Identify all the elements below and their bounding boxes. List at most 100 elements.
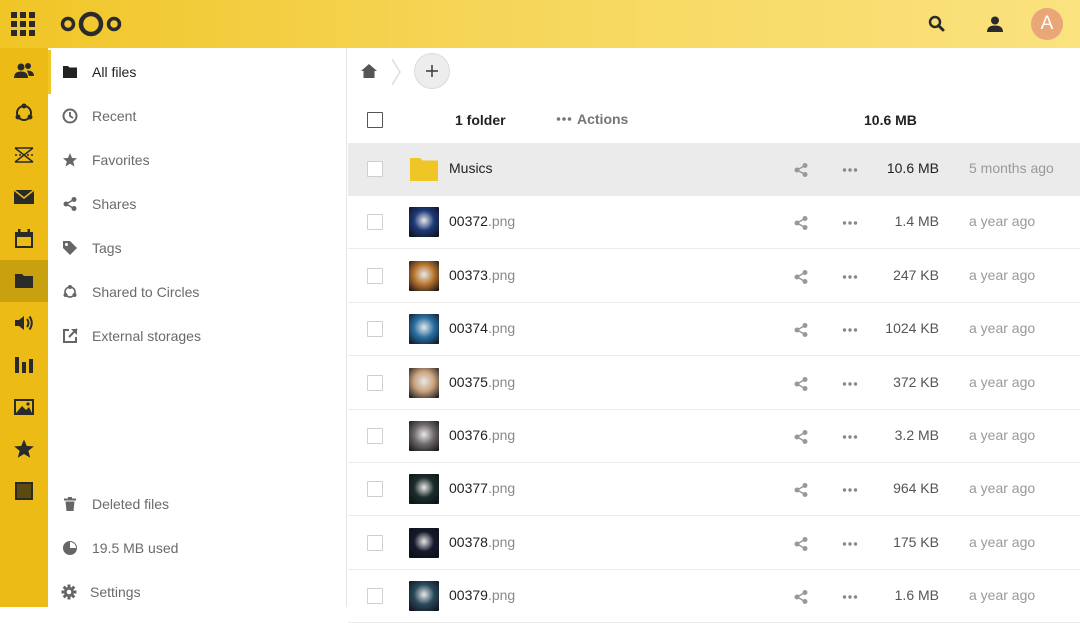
sidebar-item-all-files[interactable]: All files xyxy=(48,50,346,94)
file-row[interactable]: 00372.png 1.4 MB a year ago xyxy=(348,196,1080,250)
row-checkbox[interactable] xyxy=(367,321,383,338)
contacts-menu-icon[interactable] xyxy=(984,13,1006,40)
photos-app-icon[interactable] xyxy=(0,386,48,428)
more-actions-icon[interactable] xyxy=(842,429,858,450)
home-icon[interactable] xyxy=(360,62,378,85)
file-row[interactable]: 00375.png 372 KB a year ago xyxy=(348,357,1080,410)
file-name[interactable]: 00375.png xyxy=(449,374,515,390)
file-row[interactable]: 00376.png 3.2 MB a year ago xyxy=(348,410,1080,463)
calendar-app-icon[interactable] xyxy=(0,218,48,260)
favorites-app-icon[interactable] xyxy=(0,428,48,470)
share-icon[interactable] xyxy=(793,162,809,183)
share-icon[interactable] xyxy=(793,589,809,610)
share-icon[interactable] xyxy=(793,482,809,503)
image-thumbnail xyxy=(409,474,439,505)
sidebar-item-tags[interactable]: Tags xyxy=(48,226,346,270)
sidebar-item-label: Settings xyxy=(90,584,141,600)
file-name[interactable]: 00373.png xyxy=(449,267,515,283)
deck-app-icon[interactable] xyxy=(0,134,48,176)
file-row[interactable]: 00374.png 1024 KB a year ago xyxy=(348,303,1080,357)
more-actions-icon[interactable] xyxy=(842,376,858,397)
sidebar-item-label: External storages xyxy=(92,328,201,344)
sidebar-item-deleted-files[interactable]: Deleted files xyxy=(48,482,346,526)
sidebar-item-shared-to-circles[interactable]: Shared to Circles xyxy=(48,270,346,314)
file-name[interactable]: 00374.png xyxy=(449,320,515,336)
file-row[interactable]: 00373.png 247 KB a year ago xyxy=(348,250,1080,303)
file-size: 1.4 MB xyxy=(894,213,939,230)
quota-indicator: 19.5 MB used xyxy=(48,526,346,570)
search-icon[interactable] xyxy=(926,13,948,40)
file-name[interactable]: 00378.png xyxy=(449,534,515,550)
share-icon[interactable] xyxy=(793,322,809,343)
file-row[interactable]: 00377.png 964 KB a year ago xyxy=(348,463,1080,517)
file-name[interactable]: 00377.png xyxy=(449,480,515,496)
file-list-header: 1 folder Actions 10.6 MB xyxy=(348,97,1080,143)
share-icon[interactable] xyxy=(793,215,809,236)
files-app-icon[interactable] xyxy=(0,260,48,302)
file-name[interactable]: 00379.png xyxy=(449,587,515,603)
audio-player-app-icon[interactable] xyxy=(0,302,48,344)
share-icon[interactable] xyxy=(793,376,809,397)
add-new-button[interactable] xyxy=(414,53,450,89)
modified-date: a year ago xyxy=(969,587,1036,604)
file-row[interactable]: 00379.png 1.6 MB a year ago xyxy=(348,570,1080,623)
more-actions-icon[interactable] xyxy=(842,215,858,236)
sidebar-item-label: Favorites xyxy=(92,152,150,168)
folder-row[interactable]: Musics 10.6 MB 5 months ago xyxy=(348,143,1080,196)
notes-app-icon[interactable] xyxy=(0,470,48,512)
files-sidebar: All files Recent Favorites Shares Tags S… xyxy=(48,48,347,607)
row-checkbox[interactable] xyxy=(367,428,383,444)
row-checkbox[interactable] xyxy=(367,588,383,605)
circles-app-icon[interactable] xyxy=(0,92,48,134)
nextcloud-logo[interactable] xyxy=(60,10,122,43)
plus-icon xyxy=(426,65,438,77)
folder-icon xyxy=(409,154,439,184)
share-icon[interactable] xyxy=(793,429,809,450)
more-actions-icon[interactable] xyxy=(842,269,858,290)
file-name[interactable]: Musics xyxy=(449,160,493,176)
more-actions-icon[interactable] xyxy=(842,589,858,610)
modified-date: a year ago xyxy=(969,266,1036,283)
row-checkbox[interactable] xyxy=(367,481,383,498)
more-dots-icon xyxy=(556,117,572,121)
app-grid-icon[interactable] xyxy=(11,12,35,36)
breadcrumb-separator xyxy=(390,58,402,91)
modified-date: a year ago xyxy=(969,480,1036,497)
sidebar-item-recent[interactable]: Recent xyxy=(48,94,346,138)
row-checkbox[interactable] xyxy=(367,161,383,177)
total-size: 10.6 MB xyxy=(864,112,917,128)
row-checkbox[interactable] xyxy=(367,267,383,284)
more-actions-icon[interactable] xyxy=(842,162,858,183)
row-checkbox[interactable] xyxy=(367,374,383,391)
more-actions-icon[interactable] xyxy=(842,536,858,557)
share-icon[interactable] xyxy=(793,536,809,557)
folder-icon xyxy=(48,64,92,80)
more-actions-icon[interactable] xyxy=(842,482,858,503)
avatar[interactable]: A xyxy=(1031,8,1063,40)
share-icon[interactable] xyxy=(793,269,809,290)
image-thumbnail xyxy=(409,527,439,558)
row-checkbox[interactable] xyxy=(367,214,383,231)
clock-icon xyxy=(48,108,92,124)
pie-chart-icon xyxy=(48,540,92,556)
select-all-checkbox[interactable] xyxy=(367,112,383,128)
mail-app-icon[interactable] xyxy=(0,176,48,218)
analytics-app-icon[interactable] xyxy=(0,344,48,386)
file-name[interactable]: 00376.png xyxy=(449,427,515,443)
image-thumbnail xyxy=(409,367,439,398)
trash-icon xyxy=(48,496,92,512)
contacts-app-icon[interactable] xyxy=(0,50,48,92)
external-icon xyxy=(48,328,92,344)
modified-date: a year ago xyxy=(969,427,1036,443)
sidebar-item-shares[interactable]: Shares xyxy=(48,182,346,226)
actions-button[interactable]: Actions xyxy=(556,111,628,127)
sidebar-item-favorites[interactable]: Favorites xyxy=(48,138,346,182)
more-actions-icon[interactable] xyxy=(842,322,858,343)
sidebar-item-external-storages[interactable]: External storages xyxy=(48,314,346,358)
image-thumbnail xyxy=(409,421,439,451)
sidebar-item-settings[interactable]: Settings xyxy=(48,570,346,614)
file-size: 372 KB xyxy=(893,373,939,390)
file-name[interactable]: 00372.png xyxy=(449,213,515,229)
file-row[interactable]: 00378.png 175 KB a year ago xyxy=(348,517,1080,570)
row-checkbox[interactable] xyxy=(367,534,383,551)
